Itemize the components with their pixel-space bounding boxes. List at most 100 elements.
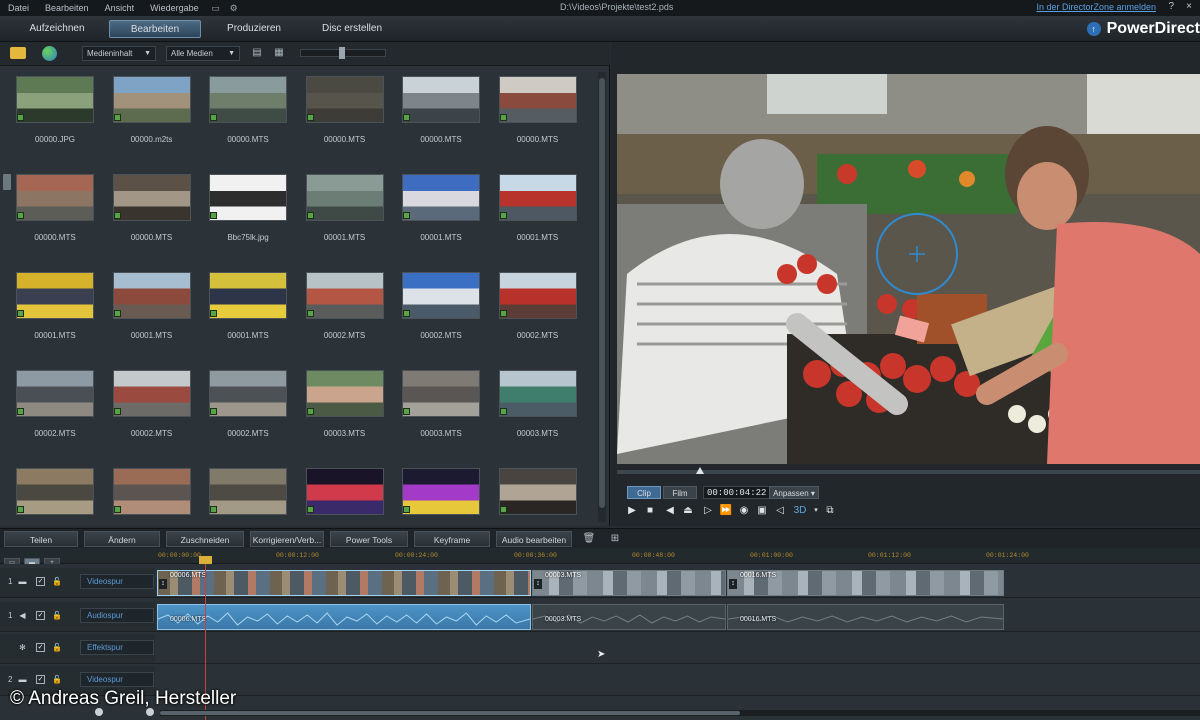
media-thumbnail[interactable] (402, 174, 480, 221)
modify-button[interactable]: Ändern (84, 531, 160, 547)
media-item[interactable]: 00000.MTS (12, 172, 98, 262)
media-thumbnail[interactable] (112, 272, 191, 319)
tab-produzieren[interactable]: Produzieren (208, 20, 300, 38)
stop-icon[interactable]: ■ (643, 504, 657, 518)
media-thumbnail[interactable] (16, 272, 94, 319)
media-item[interactable]: 00002.MTS (302, 270, 388, 360)
media-item[interactable]: 00001.MTS (12, 270, 98, 360)
media-thumbnail[interactable] (498, 272, 577, 319)
media-thumbnail[interactable] (498, 76, 577, 123)
media-thumbnail[interactable] (209, 174, 287, 221)
media-item[interactable]: 00002.MTS (205, 368, 291, 458)
online-media-globe-icon[interactable] (42, 46, 57, 61)
lock-icon[interactable]: 🔓 (52, 577, 62, 586)
track-enable-checkbox[interactable]: ✓ (36, 675, 45, 684)
monitor-icon[interactable]: ▭ (211, 3, 221, 13)
lock-icon[interactable]: 🔓 (52, 611, 62, 620)
media-thumbnail[interactable] (112, 174, 191, 221)
grid-view-icon[interactable]: ▦ (272, 47, 286, 59)
media-item[interactable]: 00000.MTS (205, 74, 291, 164)
timecode-display[interactable]: 00:00:04:22 (703, 486, 771, 499)
media-thumbnail[interactable] (402, 272, 480, 319)
menu-ansicht[interactable]: Ansicht (97, 3, 143, 13)
slider-knob[interactable] (339, 47, 345, 59)
media-item[interactable]: 00003.MTS (495, 368, 581, 458)
media-item[interactable] (495, 466, 581, 524)
media-thumbnail[interactable] (305, 272, 384, 319)
trash-icon[interactable]: 🗑 (582, 532, 596, 546)
media-item[interactable]: 00003.MTS (398, 368, 484, 458)
import-folder-icon[interactable] (10, 47, 26, 59)
next-frame-icon[interactable]: ▷ (701, 504, 715, 518)
directorzone-login-link[interactable]: In der DirectorZone anmelden (1036, 2, 1156, 12)
thumbnail-size-slider[interactable] (300, 47, 386, 59)
fit-dropdown[interactable]: Anpassen ▾ (769, 486, 819, 499)
play-icon[interactable]: ▶ (625, 504, 639, 518)
audio-clip[interactable]: 00003.MTS (532, 604, 726, 630)
timeline-ruler[interactable]: ▭ ▬ + 00:00:00:00 00:00:12:00 00:00:24:00 … (0, 548, 1200, 568)
media-thumbnail[interactable] (305, 76, 384, 123)
media-item[interactable]: 00000.MTS (495, 74, 581, 164)
media-thumbnail[interactable] (112, 76, 191, 123)
video-clip[interactable]: ↕ 00003.MTS (532, 570, 726, 596)
track-label[interactable]: Audiospur (80, 608, 154, 623)
media-content-dropdown[interactable]: Medieninhalt ▼ (82, 46, 156, 61)
media-thumbnail[interactable] (402, 468, 480, 515)
video-lane-2[interactable] (155, 666, 1200, 696)
media-thumbnail[interactable] (305, 174, 384, 221)
power-tools-button[interactable]: Power Tools (330, 531, 408, 547)
tab-aufzeichnen[interactable]: Aufzeichnen (12, 20, 102, 38)
keyframe-button[interactable]: Keyframe (414, 531, 490, 547)
audio-edit-button[interactable]: Audio bearbeiten (496, 531, 572, 547)
media-thumbnail[interactable] (498, 370, 577, 417)
media-item[interactable]: 00002.MTS (12, 368, 98, 458)
timeline-horizontal-scrollbar[interactable] (160, 710, 1200, 716)
audio-clip[interactable]: 00006.MTS (157, 604, 531, 630)
media-item[interactable]: 00001.MTS (109, 270, 195, 360)
playhead-handle[interactable] (199, 556, 212, 564)
video-clip[interactable]: ↕ 00016.MTS (727, 570, 1004, 596)
media-item[interactable] (302, 466, 388, 524)
chevron-down-icon[interactable]: ▾ (809, 504, 823, 518)
library-scrollbar[interactable] (598, 72, 606, 522)
panel-collapse-handle[interactable] (3, 174, 11, 190)
media-item[interactable]: 00000.MTS (109, 172, 195, 262)
media-thumbnail[interactable] (112, 468, 191, 515)
media-item[interactable]: 00000.MTS (302, 74, 388, 164)
media-item[interactable]: Bbc75lk.jpg (205, 172, 291, 262)
track-enable-checkbox[interactable]: ✓ (36, 611, 45, 620)
media-item[interactable]: 00001.MTS (302, 172, 388, 262)
volume-icon[interactable]: ◁ (773, 504, 787, 518)
help-icon[interactable]: ? (1168, 1, 1174, 12)
media-thumbnail[interactable] (16, 370, 94, 417)
media-thumbnail[interactable] (498, 174, 577, 221)
media-thumbnail[interactable] (305, 468, 384, 515)
video-clip[interactable]: ↕ 00006.MTS (157, 570, 531, 596)
audio-clip[interactable]: 00016.MTS (727, 604, 1004, 630)
audio-lane-1[interactable]: 00006.MTS 00003.MTS 00016.MTS (155, 602, 1200, 632)
media-item[interactable]: 00002.MTS (109, 368, 195, 458)
media-item[interactable]: 00002.MTS (495, 270, 581, 360)
media-thumbnail[interactable] (16, 76, 94, 123)
undock-preview-icon[interactable]: ⧉ (823, 504, 837, 518)
clip-mode-toggle[interactable]: Clip (627, 486, 661, 499)
track-label[interactable]: Effektspur (80, 640, 154, 655)
menu-datei[interactable]: Datei (0, 3, 37, 13)
seek-position-marker[interactable] (695, 467, 704, 474)
tab-bearbeiten[interactable]: Bearbeiten (109, 20, 201, 38)
track-label[interactable]: Videospur (80, 574, 154, 589)
media-thumbnail[interactable] (112, 370, 191, 417)
menu-bearbeiten[interactable]: Bearbeiten (37, 3, 97, 13)
menu-wiedergabe[interactable]: Wiedergabe (142, 3, 207, 13)
lock-icon[interactable]: 🔓 (52, 675, 62, 684)
previous-frame-icon[interactable]: ◀ (663, 504, 677, 518)
media-thumbnail[interactable] (16, 174, 94, 221)
media-thumbnail[interactable] (209, 468, 287, 515)
library-menu-icon[interactable]: ▤ (250, 47, 264, 59)
settings-gear-icon[interactable]: ⚙ (229, 3, 239, 13)
preview-seek-bar[interactable] (617, 467, 1200, 474)
track-enable-checkbox[interactable]: ✓ (36, 643, 45, 652)
media-item[interactable] (398, 466, 484, 524)
lock-icon[interactable]: 🔓 (52, 643, 62, 652)
tab-disc-erstellen[interactable]: Disc erstellen (306, 20, 398, 38)
